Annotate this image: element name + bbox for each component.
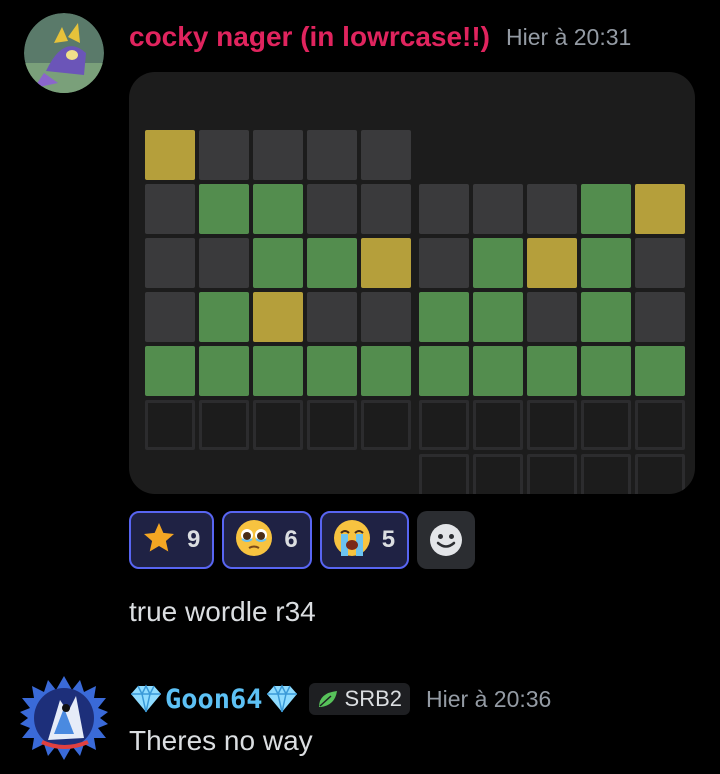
wordle-tile <box>307 130 357 180</box>
wordle-tile <box>527 346 577 396</box>
wordle-tile <box>635 184 685 234</box>
wordle-tile <box>473 238 523 288</box>
wordle-tile <box>361 346 411 396</box>
username-text: Goon64 <box>165 683 263 715</box>
wordle-tile <box>473 184 523 234</box>
wordle-tile-empty <box>473 454 523 494</box>
wordle-tile <box>145 238 195 288</box>
user-avatar[interactable] <box>18 672 110 764</box>
wordle-tile <box>253 184 303 234</box>
wordle-tile <box>527 184 577 234</box>
wordle-tile-empty <box>527 400 577 450</box>
reaction-star[interactable]: 9 <box>129 511 215 569</box>
wordle-tile <box>253 346 303 396</box>
wordle-tile <box>635 238 685 288</box>
server-tag[interactable]: SRB2 <box>308 683 411 715</box>
wordle-tile-empty <box>581 454 631 494</box>
star-icon <box>141 520 177 561</box>
timestamp: Hier à 20:36 <box>426 685 552 712</box>
wordle-tile <box>473 346 523 396</box>
wordle-tile <box>199 292 249 342</box>
wordle-tile <box>307 346 357 396</box>
message-text: Theres no way <box>129 725 313 756</box>
gem-icon <box>131 684 161 713</box>
reactions-bar: 9 6 5 <box>129 511 476 569</box>
wordle-tile <box>581 238 631 288</box>
wordle-tile-empty <box>253 400 303 450</box>
wordle-tile <box>253 130 303 180</box>
wordle-tile <box>473 292 523 342</box>
wordle-tile <box>419 238 469 288</box>
username[interactable]: Goon64 <box>129 684 299 715</box>
wordle-tile <box>635 346 685 396</box>
wordle-tile-empty <box>419 454 469 494</box>
wordle-tile <box>145 130 195 180</box>
wordle-tile-empty <box>145 400 195 450</box>
wordle-tile <box>527 292 577 342</box>
wordle-tile <box>581 184 631 234</box>
reaction-count: 5 <box>381 526 396 553</box>
leaf-icon <box>318 691 337 707</box>
smiley-icon <box>430 524 463 556</box>
wordle-tile <box>581 292 631 342</box>
wordle-tile <box>581 346 631 396</box>
reaction-loudly-crying[interactable]: 5 <box>319 511 410 569</box>
wordle-tile-empty <box>635 454 685 494</box>
wordle-tile <box>145 184 195 234</box>
wordle-tile-empty <box>581 400 631 450</box>
wordle-tile-empty <box>473 400 523 450</box>
wordle-tile <box>199 238 249 288</box>
wordle-tile <box>419 184 469 234</box>
message-text: true wordle r34 <box>129 596 316 627</box>
reaction-holding-back-tears[interactable]: 6 <box>222 511 312 569</box>
message-header: cocky nager (in lowrcase!!) Hier à 20:31 <box>129 18 631 56</box>
wordle-tile-empty <box>527 454 577 494</box>
wordle-image[interactable] <box>129 72 695 494</box>
wordle-tile <box>419 346 469 396</box>
wordle-tile <box>361 184 411 234</box>
wordle-tile <box>361 130 411 180</box>
wordle-tile <box>307 292 357 342</box>
add-reaction-button[interactable] <box>417 511 476 569</box>
wordle-tile <box>145 292 195 342</box>
wordle-tile <box>145 346 195 396</box>
wordle-tile <box>199 346 249 396</box>
wordle-tile-empty <box>199 400 249 450</box>
wordle-tile <box>361 292 411 342</box>
message-header: Goon64 SRB2 Hier à 20:36 <box>129 680 551 718</box>
wordle-tile-empty <box>419 400 469 450</box>
wordle-tile <box>635 292 685 342</box>
wordle-tile <box>199 130 249 180</box>
reaction-count: 6 <box>284 526 298 553</box>
username[interactable]: cocky nager (in lowrcase!!) <box>129 21 490 53</box>
wordle-tile <box>253 292 303 342</box>
wordle-tile <box>361 238 411 288</box>
wordle-tile <box>527 238 577 288</box>
server-tag-label: SRB2 <box>344 686 403 711</box>
wordle-tile-empty <box>361 400 411 450</box>
wordle-tile <box>419 292 469 342</box>
gem-icon <box>266 684 297 713</box>
loudly-crying-emoji-icon <box>332 518 372 563</box>
timestamp: Hier à 20:31 <box>506 23 632 50</box>
wordle-tile <box>253 238 303 288</box>
wordle-tile <box>307 238 357 288</box>
wordle-tile-empty <box>307 400 357 450</box>
wordle-tile-empty <box>635 400 685 450</box>
wordle-tile <box>307 184 357 234</box>
reaction-count: 9 <box>187 526 201 553</box>
holding-back-tears-emoji-icon <box>234 518 274 563</box>
user-avatar[interactable] <box>24 13 104 93</box>
wordle-tile <box>199 184 249 234</box>
